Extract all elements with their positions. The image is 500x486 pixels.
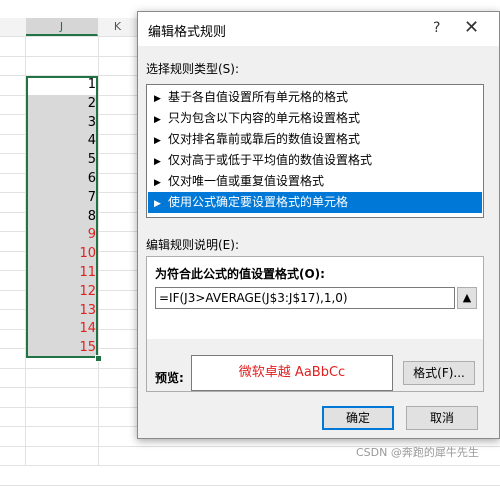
cell[interactable]: 14 <box>26 320 98 340</box>
cell[interactable]: 13 <box>26 301 98 321</box>
edit-format-rule-dialog: 编辑格式规则 ? ✕ 选择规则类型(S): ▶ 基于各自值设置所有单元格的格式 ▶… <box>137 11 500 439</box>
ok-button[interactable]: 确定 <box>322 406 394 430</box>
formula-input[interactable]: =IF(J3>AVERAGE(J$3:J$17),1,0) <box>155 287 455 309</box>
cancel-button[interactable]: 取消 <box>406 406 478 430</box>
preview-box: 微软卓越 AaBbCc <box>191 355 393 391</box>
formula-section: 为符合此公式的值设置格式(O): =IF(J3>AVERAGE(J$3:J$17… <box>147 257 483 339</box>
help-icon[interactable]: ? <box>433 20 440 36</box>
fill-handle[interactable] <box>95 355 102 362</box>
rule-type-list[interactable]: ▶ 基于各自值设置所有单元格的格式 ▶ 只为包含以下内容的单元格设置格式 ▶ 仅对排名… <box>146 84 484 218</box>
dialog-title: 编辑格式规则 <box>148 25 227 40</box>
cell[interactable]: 4 <box>26 132 98 152</box>
rule-description-panel: 为符合此公式的值设置格式(O): =IF(J3>AVERAGE(J$3:J$17… <box>146 256 484 392</box>
cell[interactable]: 11 <box>26 264 98 283</box>
rule-type-label: 选择规则类型(S): <box>146 62 240 76</box>
rule-type-item-selected[interactable]: ▶ 使用公式确定要设置格式的单元格 <box>148 192 482 213</box>
cell[interactable]: 8 <box>26 207 98 227</box>
rule-description-label: 编辑规则说明(E): <box>146 238 239 252</box>
cell[interactable]: 15 <box>26 339 98 358</box>
cell[interactable]: 9 <box>26 226 98 246</box>
collapse-arrow-icon: ▲ <box>462 291 472 304</box>
dialog-titlebar[interactable]: 编辑格式规则 ? ✕ <box>138 12 499 46</box>
rule-type-item[interactable]: ▶ 仅对排名靠前或靠后的数值设置格式 <box>148 129 482 150</box>
cell[interactable]: 7 <box>26 188 98 208</box>
collapse-dialog-button[interactable]: ▲ <box>457 287 477 309</box>
formula-label: 为符合此公式的值设置格式(O): <box>155 267 325 281</box>
grid-line <box>0 484 500 486</box>
selected-range[interactable]: 1 2 3 4 5 6 7 8 9 10 11 12 13 14 15 <box>26 76 98 358</box>
cell[interactable]: 6 <box>26 170 98 189</box>
triangle-right-icon: ▶ <box>154 178 161 188</box>
triangle-right-icon: ▶ <box>154 115 161 125</box>
rule-type-item[interactable]: ▶ 仅对高于或低于平均值的数值设置格式 <box>148 150 482 171</box>
format-button[interactable]: 格式(F)... <box>403 361 475 385</box>
triangle-right-icon: ▶ <box>154 157 161 167</box>
preview-label: 预览: <box>155 371 184 385</box>
cell[interactable]: 10 <box>26 245 98 264</box>
rule-type-item[interactable]: ▶ 只为包含以下内容的单元格设置格式 <box>148 108 482 129</box>
cell[interactable]: 5 <box>26 151 98 170</box>
rule-type-item[interactable]: ▶ 基于各自值设置所有单元格的格式 <box>148 87 482 108</box>
close-icon[interactable]: ✕ <box>464 17 479 38</box>
cell[interactable]: 1 <box>26 76 98 95</box>
cell[interactable]: 12 <box>26 282 98 302</box>
column-header-j[interactable]: J <box>26 18 98 36</box>
cell[interactable]: 2 <box>26 94 98 114</box>
rule-type-item[interactable]: ▶ 仅对唯一值或重复值设置格式 <box>148 171 482 192</box>
triangle-right-icon: ▶ <box>154 136 161 146</box>
triangle-right-icon: ▶ <box>154 94 161 104</box>
cell[interactable]: 3 <box>26 113 98 133</box>
watermark: CSDN @奔跑的犀牛先生 <box>356 446 479 459</box>
column-header-k[interactable]: K <box>98 18 138 36</box>
triangle-right-icon: ▶ <box>154 199 161 209</box>
